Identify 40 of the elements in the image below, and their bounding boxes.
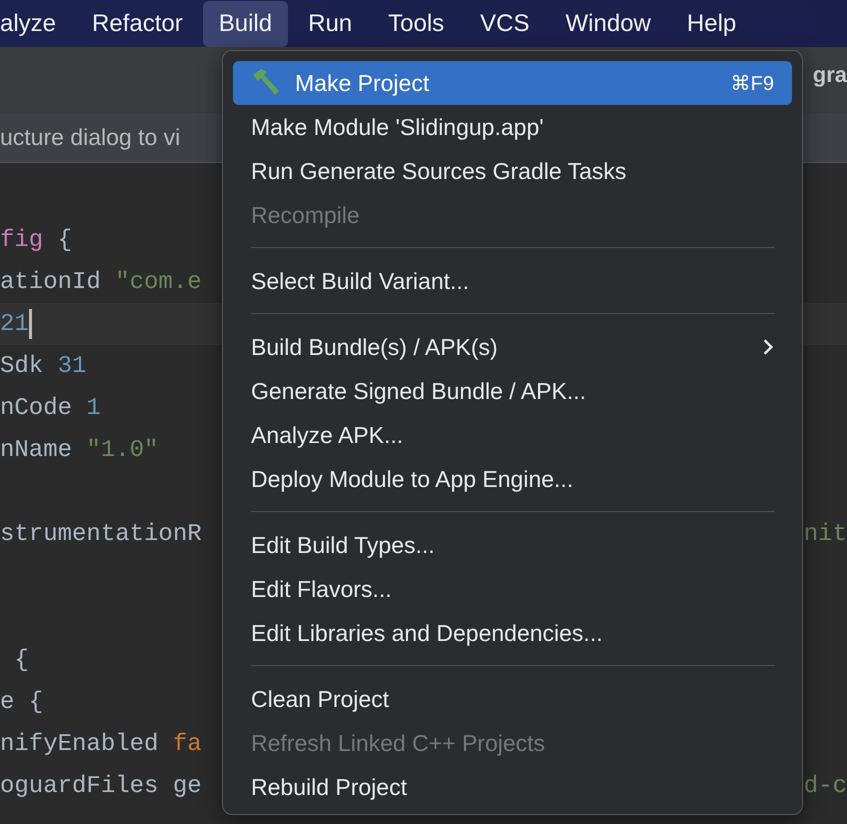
code-line: e {: [0, 688, 44, 716]
code-line: nifyEnabled fa: [0, 730, 202, 758]
menu-item[interactable]: Clean Project: [233, 677, 792, 721]
code-line: {: [13, 646, 29, 674]
text-caret: [28, 309, 32, 339]
menu-item[interactable]: Deploy Module to App Engine...: [233, 457, 792, 501]
menu-bar-item[interactable]: alyze: [0, 0, 72, 46]
menu-item[interactable]: Rebuild Project: [233, 765, 792, 809]
menu-bar-item[interactable]: Tools: [372, 0, 460, 46]
menu-bar-item[interactable]: Help: [670, 0, 752, 46]
shortcut-label: ⌘F9: [730, 72, 774, 96]
menu-item[interactable]: Build Bundle(s) / APK(s): [233, 325, 792, 369]
menu-bar-item[interactable]: Refactor: [76, 0, 199, 46]
menu-bar-item[interactable]: VCS: [464, 0, 546, 46]
menu-bar-item[interactable]: Build: [202, 0, 288, 46]
hammer-icon: [251, 68, 281, 98]
menu-item[interactable]: Edit Build Types...: [233, 523, 792, 567]
code-line: Sdk 31: [0, 352, 86, 380]
menu-item[interactable]: Edit Libraries and Dependencies...: [233, 611, 792, 655]
chevron-right-icon: [762, 338, 774, 356]
code-line: nit: [804, 520, 847, 548]
code-line: nName "1.0": [0, 436, 158, 464]
menu-item[interactable]: Run Generate Sources Gradle Tasks: [233, 149, 792, 193]
menu-bar-item[interactable]: Run: [292, 0, 368, 46]
editor-tab[interactable]: gra: [812, 62, 847, 88]
menu-item[interactable]: Select Build Variant...: [233, 259, 792, 303]
menu-item[interactable]: Edit Flavors...: [233, 567, 792, 611]
banner-text: ucture dialog to vi: [0, 124, 180, 151]
menu-item[interactable]: Make Project ⌘F9: [233, 61, 792, 105]
menu-item[interactable]: Analyze APK...: [233, 413, 792, 457]
menu-item[interactable]: Generate Signed Bundle / APK...: [233, 369, 792, 413]
menu-item[interactable]: Make Module 'Slidingup.app': [233, 105, 792, 149]
code-line: fig {: [0, 226, 72, 254]
code-line: oguardFiles ge: [0, 772, 202, 800]
menu-bar-item[interactable]: Window: [550, 0, 667, 46]
code-line: 21: [0, 309, 32, 339]
code-line: strumentationR: [0, 520, 202, 548]
code-line: d-c: [804, 772, 847, 800]
code-line: ationId "com.e: [0, 268, 202, 296]
code-line: nCode 1: [0, 394, 101, 422]
